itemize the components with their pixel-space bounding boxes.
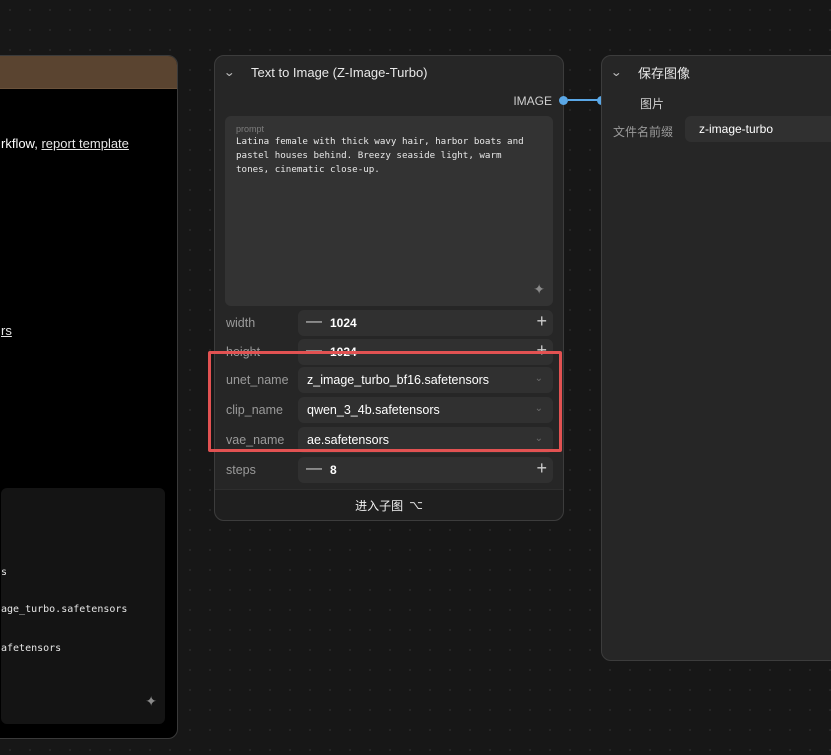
filename-prefix-value[interactable]: z-image-turbo: [699, 122, 773, 136]
left-node-text-line: rkflow,: [1, 136, 38, 151]
image-output-socket[interactable]: [559, 96, 568, 105]
plus-icon[interactable]: +: [536, 311, 547, 332]
steps-widget[interactable]: steps — 8 +: [225, 457, 553, 483]
left-node[interactable]: rkflow, report template rs s age_turbo.s…: [0, 55, 178, 739]
chevron-down-icon[interactable]: ⌄: [223, 65, 245, 79]
image-input-label: 图片: [640, 97, 665, 111]
save-image-node[interactable]: ⌄ 保存图像 图片 文件名前缀 z-image-turbo: [601, 55, 831, 661]
width-value[interactable]: 1024: [330, 316, 357, 330]
steps-value[interactable]: 8: [330, 463, 337, 477]
minus-icon[interactable]: —: [306, 460, 322, 478]
prompt-label: prompt: [236, 124, 265, 134]
code-line-3: afetensors: [1, 643, 62, 654]
prompt-text[interactable]: Latina female with thick wavy hair, harb…: [236, 135, 536, 177]
left-node-link[interactable]: rs: [1, 323, 12, 338]
enter-subgraph-label: 进入子图: [355, 498, 404, 513]
enter-subgraph-button[interactable]: 进入子图 ⌥: [215, 489, 563, 520]
sparkle-icon[interactable]: ✦: [145, 693, 157, 710]
filename-prefix-field[interactable]: z-image-turbo: [685, 116, 831, 142]
filename-prefix-label: 文件名前缀: [613, 125, 674, 139]
steps-stepper[interactable]: — 8 +: [298, 457, 553, 483]
width-stepper[interactable]: — 1024 +: [298, 310, 553, 336]
node-header[interactable]: ⌄ Text to Image (Z-Image-Turbo): [215, 56, 563, 88]
width-label: width: [226, 316, 256, 330]
link-wire[interactable]: [568, 99, 600, 101]
report-template-link[interactable]: report template: [41, 136, 128, 151]
node-title: Text to Image (Z-Image-Turbo): [251, 64, 428, 80]
highlight-box: [208, 351, 562, 452]
plus-icon[interactable]: +: [536, 458, 547, 479]
width-widget[interactable]: width — 1024 +: [225, 310, 553, 336]
left-node-text: rkflow, report template: [1, 136, 129, 151]
code-line-2: age_turbo.safetensors: [1, 604, 128, 615]
prompt-textarea[interactable]: prompt Latina female with thick wavy hai…: [225, 116, 553, 306]
left-node-header[interactable]: [0, 56, 177, 89]
subgraph-icon: ⌥: [409, 498, 423, 512]
minus-icon[interactable]: —: [306, 313, 322, 331]
image-output-label: IMAGE: [513, 94, 552, 108]
left-node-code-box[interactable]: s age_turbo.safetensors afetensors ✦: [1, 488, 165, 724]
code-line-1: s: [1, 567, 8, 578]
save-node-title: 保存图像: [638, 65, 691, 81]
sparkle-icon[interactable]: ✦: [533, 281, 545, 298]
save-node-header[interactable]: ⌄ 保存图像: [602, 56, 831, 88]
chevron-down-icon[interactable]: ⌄: [610, 65, 632, 79]
steps-label: steps: [226, 463, 256, 477]
